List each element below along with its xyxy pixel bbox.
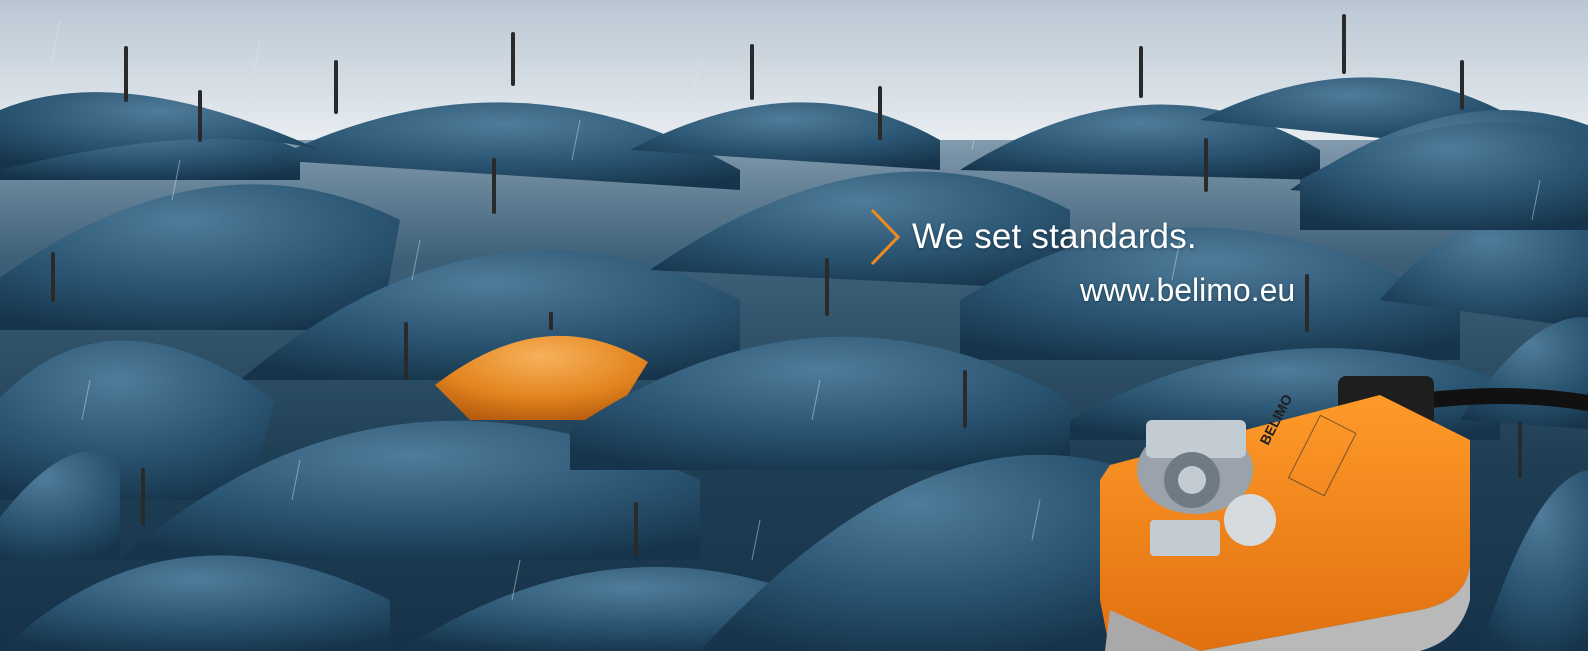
slogan-text: We set standards. [912, 217, 1197, 256]
chevron-right-icon [870, 208, 901, 266]
website-link[interactable]: www.belimo.eu [1080, 272, 1295, 309]
umbrella-scene: BELIMO [0, 0, 1588, 651]
advertisement-banner: BELIMO We set standards. www.belimo.eu [0, 0, 1588, 651]
